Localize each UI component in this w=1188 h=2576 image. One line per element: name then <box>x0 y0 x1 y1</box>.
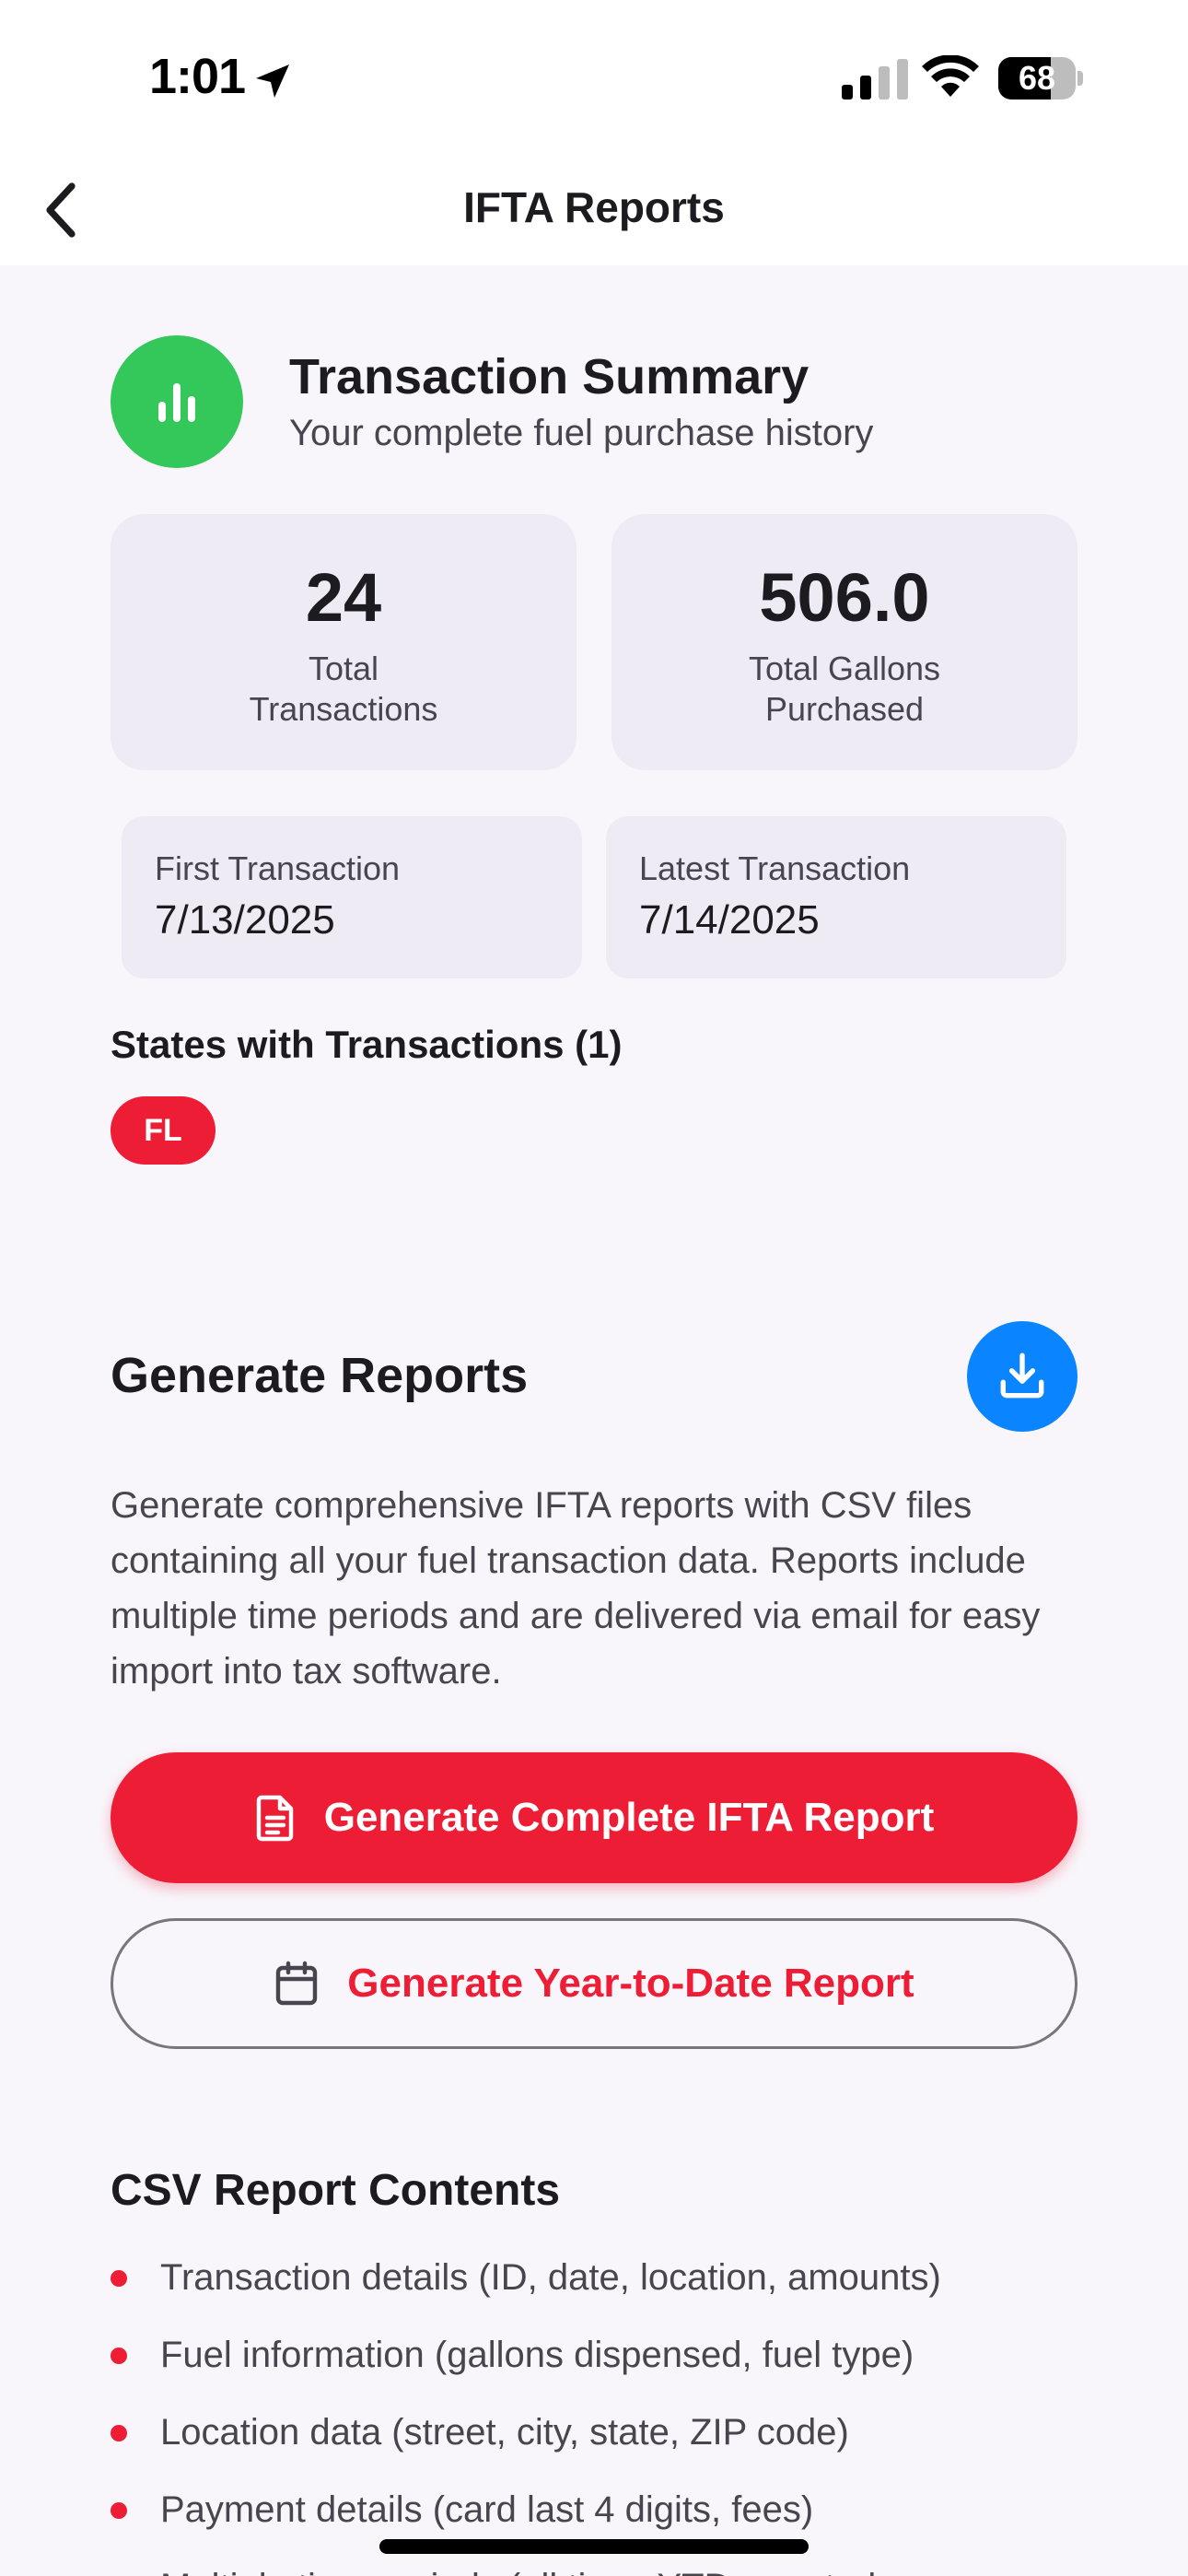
download-icon <box>1000 1352 1044 1399</box>
total-transactions-value: 24 <box>305 559 382 636</box>
total-gallons-label: Total Gallons Purchased <box>748 650 941 728</box>
document-icon <box>256 1795 293 1842</box>
generate-reports-title: Generate Reports <box>111 1348 529 1403</box>
total-gallons-card: 506.0 Total Gallons Purchased <box>611 514 1077 770</box>
list-item: Location data (street, city, state, ZIP … <box>111 2399 1124 2476</box>
download-button[interactable] <box>967 1321 1077 1432</box>
generate-complete-report-label: Generate Complete IFTA Report <box>323 1795 935 1840</box>
state-chip-fl: FL <box>111 1096 215 1165</box>
chevron-left-icon <box>46 182 76 238</box>
page-title: IFTA Reports <box>463 183 725 231</box>
list-item-text: Multiple time periods (all time, YTD, qu… <box>160 2567 894 2576</box>
list-item-text: Transaction details (ID, date, location,… <box>160 2257 941 2298</box>
list-item: Transaction details (ID, date, location,… <box>111 2244 1124 2322</box>
first-transaction-card: First Transaction 7/13/2025 <box>122 816 582 978</box>
battery-tip <box>1077 71 1083 86</box>
generate-ytd-report-label: Generate Year-to-Date Report <box>347 1961 914 2006</box>
status-time: 1:01 <box>149 49 246 104</box>
battery-percent: 68 <box>1018 59 1056 97</box>
csv-contents-list: Transaction details (ID, date, location,… <box>111 2244 1124 2576</box>
generate-ytd-report-button[interactable]: Generate Year-to-Date Report <box>111 1918 1077 2049</box>
latest-transaction-label: Latest Transaction <box>639 849 911 887</box>
csv-contents-title: CSV Report Contents <box>111 2166 561 2215</box>
navigation-bar: IFTA Reports <box>0 157 1188 265</box>
latest-transaction-date: 7/14/2025 <box>639 897 820 943</box>
list-item-text: Payment details (card last 4 digits, fee… <box>160 2489 814 2530</box>
back-button[interactable] <box>28 177 94 243</box>
total-gallons-value: 506.0 <box>759 559 930 636</box>
list-item: Fuel information (gallons dispensed, fue… <box>111 2322 1124 2399</box>
calendar-icon <box>276 1961 318 2006</box>
generate-reports-description: Generate comprehensive IFTA reports with… <box>111 1485 1041 1692</box>
bar-chart-icon <box>111 335 243 468</box>
summary-subtitle: Your complete fuel purchase history <box>289 413 874 453</box>
first-transaction-label: First Transaction <box>155 849 401 887</box>
cellular-signal-icon <box>842 59 908 100</box>
generate-complete-report-button[interactable]: Generate Complete IFTA Report <box>111 1752 1077 1883</box>
total-transactions-label: Total Transactions <box>249 650 438 728</box>
list-item: Multiple time periods (all time, YTD, qu… <box>111 2554 1124 2576</box>
home-indicator[interactable] <box>379 2539 809 2554</box>
bullet-dot-icon <box>111 2425 127 2441</box>
battery-body: 68 <box>998 57 1076 100</box>
location-arrow-icon <box>256 64 289 98</box>
summary-title: Transaction Summary <box>289 349 809 404</box>
states-title: States with Transactions (1) <box>111 1023 623 1066</box>
wifi-icon <box>922 55 979 97</box>
ifta-reports-screen: 1:01 68 IFTA Reports Transaction Summary… <box>0 0 1188 2576</box>
list-item-text: Location data (street, city, state, ZIP … <box>160 2412 849 2453</box>
bullet-dot-icon <box>111 2270 127 2287</box>
bullet-dot-icon <box>111 2502 127 2519</box>
battery-indicator: 68 <box>998 57 1083 100</box>
status-bar: 1:01 68 <box>0 0 1188 157</box>
first-transaction-date: 7/13/2025 <box>155 897 335 943</box>
list-item-text: Fuel information (gallons dispensed, fue… <box>160 2335 914 2375</box>
total-transactions-card: 24 Total Transactions <box>111 514 577 770</box>
latest-transaction-card: Latest Transaction 7/14/2025 <box>606 816 1066 978</box>
bullet-dot-icon <box>111 2348 127 2364</box>
